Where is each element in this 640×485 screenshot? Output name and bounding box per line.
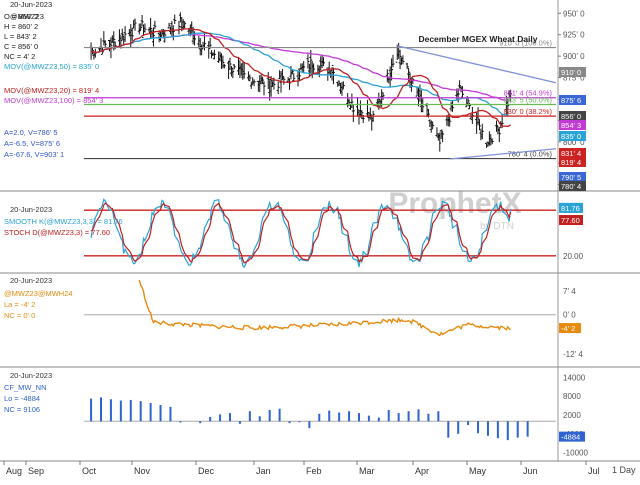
month-label: Feb — [306, 466, 322, 476]
legend-entry: O = 860' 2 — [4, 12, 39, 21]
legend-entry: A=-6.5, V=875' 6 — [4, 139, 60, 148]
price-badge-label: 854' 3 — [561, 121, 581, 130]
y-tick-label: -10000 — [563, 449, 588, 458]
stoch-badge-label: 81.76 — [561, 204, 580, 213]
month-label: Apr — [415, 466, 429, 476]
legend-entry: NC = 0' 0 — [4, 311, 35, 320]
month-label: Dec — [198, 466, 215, 476]
legend-entry: L = 843' 2 — [4, 32, 37, 41]
month-label: Nov — [134, 466, 151, 476]
month-label: Jan — [256, 466, 271, 476]
wheat-chart: ProphetX by DTN 910' 0 (100.0%) 851' 4 (5… — [0, 0, 640, 480]
watermark-byline: by DTN — [480, 221, 514, 232]
legend-entry: A=-67.6, V=903' 1 — [4, 150, 64, 159]
price-badge-label: 875' 6 — [561, 96, 581, 105]
legend-entry: @MWZ23@MWH24 — [4, 289, 73, 298]
legend-entry: MOV(@MWZ23,50) = 835' 0 — [4, 62, 99, 71]
y-tick-label: 8000 — [563, 392, 581, 401]
spread-date: 20-Jun-2023 — [10, 276, 52, 285]
month-label: Oct — [82, 466, 97, 476]
watermark-brand: ProphetX — [388, 187, 521, 220]
price-badge-label: 831' 4 — [561, 149, 581, 158]
month-label: Aug — [6, 466, 22, 476]
month-label: Mar — [359, 466, 375, 476]
legend-entry: CF_MW_NN — [4, 383, 47, 392]
price-badge-label: 835' 0 — [561, 132, 581, 141]
stoch-badge-label: 77.60 — [561, 216, 580, 225]
y-tick-label: 900' 0 — [563, 52, 585, 61]
legend-entry: STOCH D(@MWZ23,3) = 77.60 — [4, 228, 110, 237]
y-tick-label: 925' 0 — [563, 31, 585, 40]
legend-entry: SMOOTH K(@MWZ23,3,3) = 81.76 — [4, 217, 123, 226]
fib-level-label: 843' 5 (50.0%) — [503, 95, 552, 104]
y-tick-label: 14000 — [563, 373, 586, 382]
price-badge-label: 910' 0 — [561, 68, 581, 77]
month-label: Sep — [28, 466, 44, 476]
y-tick-label: -12' 4 — [563, 350, 583, 359]
chart-title: December MGEX Wheat Daily — [418, 34, 537, 44]
legend-entry: Lo = -4884 — [4, 394, 40, 403]
y-tick-label: 7' 4 — [563, 287, 576, 296]
cot-date: 20-Jun-2023 — [10, 371, 52, 380]
y-tick-label: 2000 — [563, 411, 581, 420]
spread-badge-label: -4' 2 — [561, 324, 575, 333]
month-label: Jun — [523, 466, 538, 476]
month-label: Jul — [588, 466, 600, 476]
price-badge-label: 790' 5 — [561, 173, 581, 182]
legend-entry: C = 856' 0 — [4, 42, 38, 51]
legend-entry: A=2.0, V=786' 5 — [4, 128, 58, 137]
legend-entry: NC = 9106 — [4, 405, 40, 414]
price-badge-label: 856' 0 — [561, 112, 581, 121]
legend-entry: MOV(@MWZ23,20) = 819' 4 — [4, 86, 99, 95]
y-tick-label: 950' 0 — [563, 9, 585, 18]
price-date: 20-Jun-2023 — [10, 0, 52, 9]
legend-entry: La = -4' 2 — [4, 300, 35, 309]
month-label: May — [469, 466, 487, 476]
price-badge-label: 819' 4 — [561, 158, 581, 167]
legend-entry: NC = 4' 2 — [4, 52, 35, 61]
chart-canvas: ProphetX by DTN 910' 0 (100.0%)851' 4 (5… — [0, 0, 640, 480]
cot-badge-label: -4884 — [561, 433, 580, 442]
y-tick-label: 0' 0 — [563, 311, 576, 320]
interval-label: 1 Day — [612, 465, 636, 475]
legend-entry: MOV(@MWZ23,100) = 854' 3 — [4, 96, 103, 105]
legend-entry: H = 860' 2 — [4, 22, 38, 31]
price-badge-label: 780' 4 — [561, 182, 581, 191]
fib-level-label: 830' 0 (38.2%) — [503, 107, 552, 116]
y-tick-label: 20.00 — [563, 252, 584, 261]
stoch-date: 20-Jun-2023 — [10, 205, 52, 214]
